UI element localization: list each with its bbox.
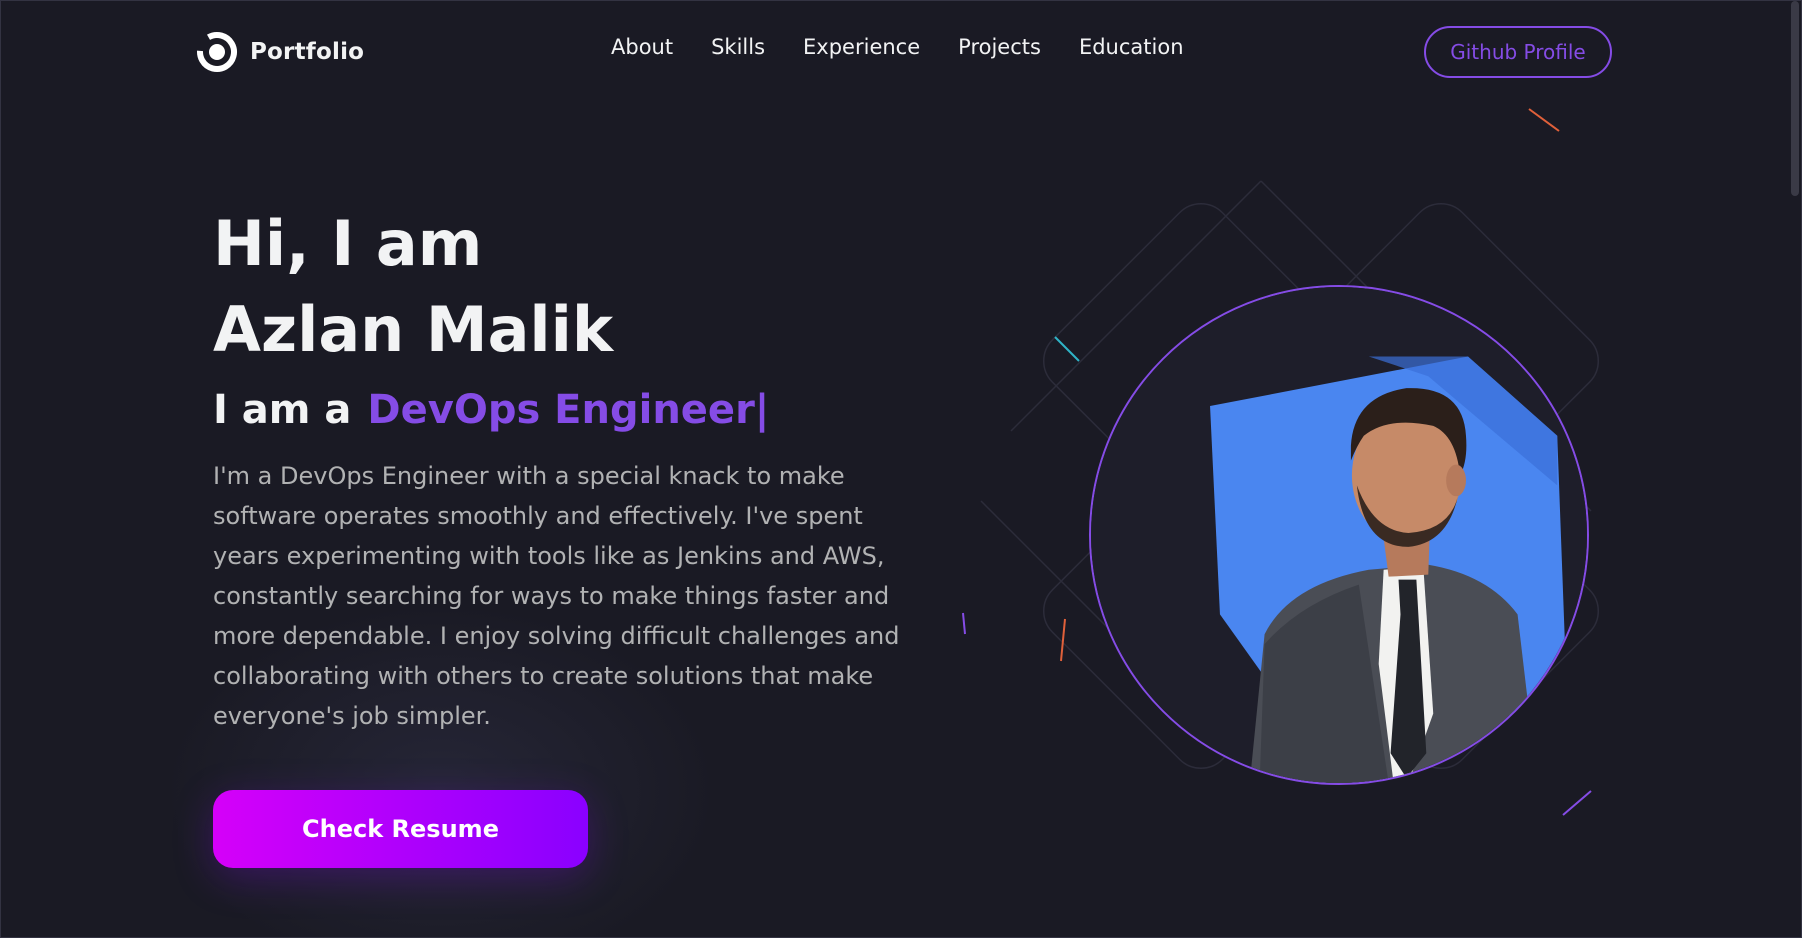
- role-typewriter-text: DevOps Engineer: [367, 387, 755, 433]
- nav-link-skills[interactable]: Skills: [711, 35, 765, 59]
- logo-text: Portfolio: [250, 39, 365, 65]
- nav-link-projects[interactable]: Projects: [958, 35, 1041, 59]
- hero-role: I am a DevOps Engineer|: [213, 387, 769, 433]
- typewriter-caret: |: [754, 387, 770, 433]
- hero-greeting: Hi, I am: [213, 207, 483, 280]
- profile-photo-illustration: [1091, 287, 1587, 783]
- page-scrollbar[interactable]: [1791, 1, 1799, 196]
- role-prefix: I am a: [213, 387, 352, 433]
- navbar: Portfolio About Skills Experience Projec…: [1, 1, 1801, 103]
- hero-description: I'm a DevOps Engineer with a special kna…: [213, 462, 900, 730]
- profile-photo: [1089, 285, 1589, 785]
- main-menu: About Skills Experience Projects Educati…: [611, 35, 1184, 59]
- hero-name: Azlan Malik: [213, 293, 614, 366]
- nav-link-education[interactable]: Education: [1079, 35, 1184, 59]
- check-resume-button[interactable]: Check Resume: [213, 790, 588, 868]
- hero-heading: Hi, I am Azlan Malik: [213, 201, 613, 373]
- page-frame: Portfolio About Skills Experience Projec…: [0, 0, 1802, 938]
- nav-link-experience[interactable]: Experience: [803, 35, 920, 59]
- nav-link-about[interactable]: About: [611, 35, 673, 59]
- github-profile-button[interactable]: Github Profile: [1424, 26, 1612, 78]
- logo[interactable]: Portfolio: [196, 31, 364, 73]
- portfolio-logo-icon: [197, 32, 237, 72]
